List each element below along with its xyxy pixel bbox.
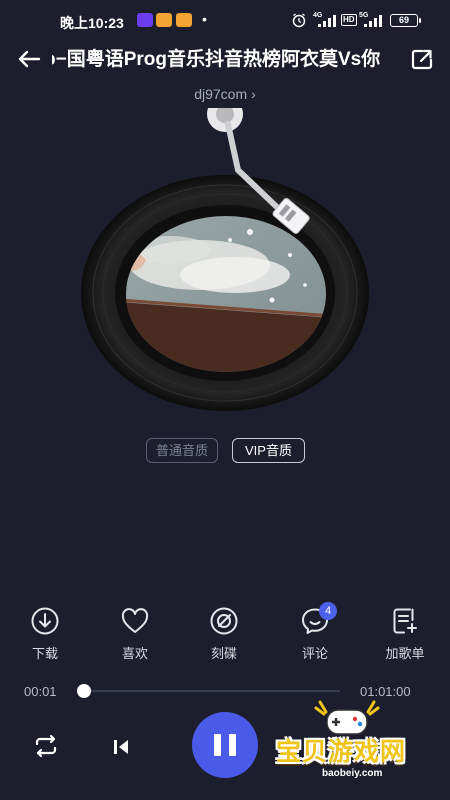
hd-icon: HD bbox=[341, 14, 357, 26]
comment-button[interactable]: 4 评论 bbox=[285, 602, 345, 662]
song-title-marquee: o−国粤语Prog音乐抖音热榜阿衣莫Vs你 bbox=[52, 46, 396, 74]
source-name: dj97com bbox=[194, 86, 248, 102]
add-playlist-icon bbox=[393, 608, 417, 634]
like-label: 喜欢 bbox=[121, 646, 148, 661]
action-bar: 下载 喜欢 刻碟 4 评论 加歌单 bbox=[0, 602, 450, 666]
download-button[interactable]: 下载 bbox=[15, 606, 75, 662]
download-label: 下载 bbox=[31, 646, 58, 661]
player-header: o−国粤语Prog音乐抖音热榜阿衣莫Vs你 bbox=[0, 42, 450, 78]
like-button[interactable]: 喜欢 bbox=[105, 606, 165, 662]
status-bar: 晚上10:23 • 4G HD 5G 69 bbox=[0, 0, 450, 42]
burn-disc-button[interactable]: 刻碟 bbox=[194, 606, 254, 662]
chevron-right-icon: › bbox=[251, 86, 256, 102]
back-arrow-icon[interactable] bbox=[14, 44, 44, 74]
status-time: 晚上10:23 bbox=[60, 15, 124, 31]
previous-track-icon[interactable] bbox=[108, 734, 134, 760]
disc-label: 刻碟 bbox=[210, 646, 237, 661]
total-time: 01:01:00 bbox=[360, 684, 411, 699]
pause-button[interactable] bbox=[192, 712, 258, 778]
watermark-text: 宝贝游戏网 bbox=[276, 738, 407, 766]
standard-quality-button[interactable]: 普通音质 bbox=[146, 438, 218, 463]
more-notifications-dot: • bbox=[202, 11, 207, 27]
download-icon bbox=[31, 607, 59, 635]
add-playlist-label: 加歌单 bbox=[385, 646, 425, 661]
message-notification-icon bbox=[156, 13, 172, 27]
signal-icon bbox=[318, 15, 336, 27]
source-link[interactable]: dj97com › bbox=[0, 86, 450, 102]
share-icon[interactable] bbox=[408, 45, 436, 73]
song-title: o−国粤语Prog音乐抖音热榜阿衣莫Vs你 bbox=[52, 49, 381, 70]
app-notification-icon bbox=[137, 13, 153, 27]
battery-icon: 69 bbox=[390, 14, 421, 27]
add-to-playlist-button[interactable]: 加歌单 bbox=[375, 606, 435, 662]
comment-label: 评论 bbox=[301, 646, 328, 661]
comment-count-badge: 4 bbox=[319, 602, 337, 620]
progress-bar[interactable] bbox=[77, 684, 340, 698]
pause-icon-bar-left bbox=[214, 734, 221, 756]
current-time: 00:01 bbox=[24, 684, 57, 699]
signal-icon-2 bbox=[364, 15, 382, 27]
record-turntable bbox=[81, 108, 369, 411]
chat-notification-icon bbox=[176, 13, 192, 27]
disc-icon bbox=[210, 607, 238, 635]
quality-selector: 普通音质 VIP音质 bbox=[0, 438, 450, 464]
heart-icon bbox=[121, 608, 149, 633]
site-watermark: 宝贝游戏网 baobeiy.com bbox=[262, 700, 422, 790]
progress-thumb[interactable] bbox=[77, 684, 92, 698]
pause-icon-bar-right bbox=[229, 734, 236, 756]
vip-quality-button[interactable]: VIP音质 bbox=[232, 438, 305, 463]
alarm-icon bbox=[292, 13, 306, 28]
repeat-icon[interactable] bbox=[32, 732, 60, 760]
watermark-url: baobeiy.com bbox=[322, 768, 383, 779]
